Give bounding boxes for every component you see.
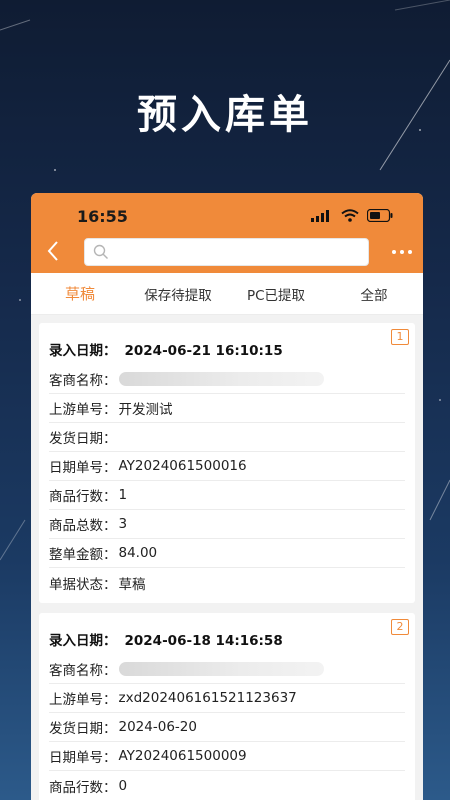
- nav-row: [31, 236, 423, 268]
- search-icon: [93, 244, 108, 259]
- field-label: 整单金额：: [49, 547, 117, 563]
- entry-date-value: 2024-06-21 16:10:15: [124, 343, 283, 359]
- order-card[interactable]: 2 录入日期： 2024-06-18 14:16:58 客商名称： 上游单号： z…: [39, 613, 415, 800]
- wifi-icon: [341, 209, 359, 222]
- field-customer: 客商名称：: [49, 655, 405, 684]
- field-total-qty: 商品总数： 3: [49, 510, 405, 539]
- tab-pc-extracted[interactable]: PC已提取: [227, 284, 325, 304]
- entry-date-row: 录入日期： 2024-06-18 14:16:58: [49, 623, 405, 655]
- field-label: 发货日期：: [49, 721, 117, 737]
- field-value: zxd20240616152112363​7: [118, 690, 297, 706]
- field-label: 上游单号：: [49, 692, 117, 708]
- field-line-count: 商品行数： 1: [49, 481, 405, 510]
- field-date-no: 日期单号： AY2024061500009: [49, 742, 405, 771]
- field-ship-date: 发货日期：: [49, 423, 405, 452]
- hero-title: 预入库单: [137, 92, 313, 138]
- field-label: 商品行数：: [49, 779, 117, 796]
- entry-date-value: 2024-06-18 14:16:58: [124, 633, 283, 649]
- tab-all[interactable]: 全部: [325, 284, 423, 304]
- field-label: 客商名称：: [49, 373, 117, 389]
- battery-icon: [367, 209, 393, 222]
- field-value: AY2024061500009: [118, 748, 247, 764]
- entry-date-label: 录入日期：: [49, 633, 117, 649]
- field-value: 0: [118, 777, 128, 794]
- field-label: 单据状态：: [49, 576, 117, 593]
- app-header: 16:55: [31, 193, 423, 273]
- field-customer: 客商名称：: [49, 365, 405, 394]
- redacted-value: [118, 662, 324, 676]
- status-icons: [311, 209, 393, 222]
- card-index-badge: 2: [391, 619, 409, 635]
- back-button[interactable]: [41, 236, 65, 266]
- status-bar: 16:55: [31, 207, 423, 227]
- field-ship-date: 发货日期： 2024-06-20: [49, 713, 405, 742]
- status-time: 16:55: [77, 207, 128, 226]
- field-amount: 整单金额： 84.00: [49, 539, 405, 568]
- order-card[interactable]: 1 录入日期： 2024-06-21 16:10:15 客商名称： 上游单号： 开…: [39, 323, 415, 603]
- field-label: 商品总数：: [49, 518, 117, 534]
- phone-screen: 16:55 草稿 保存待提取 PC已提取 全部 1 录入日期： 2024-06-…: [31, 193, 423, 800]
- field-value: 2024-06-20: [118, 719, 197, 735]
- field-label: 客商名称：: [49, 663, 117, 679]
- field-value: 84.00: [118, 545, 158, 561]
- field-date-no: 日期单号： AY2024061500016: [49, 452, 405, 481]
- order-list: 1 录入日期： 2024-06-21 16:10:15 客商名称： 上游单号： 开…: [31, 315, 423, 800]
- field-value: 1: [118, 487, 128, 503]
- tab-draft[interactable]: 草稿: [31, 283, 129, 304]
- field-label: 上游单号：: [49, 402, 117, 418]
- card-index-badge: 1: [391, 329, 409, 345]
- field-upstream-no: 上游单号： 开发测试: [49, 394, 405, 423]
- chevron-left-icon: [47, 241, 58, 261]
- entry-date-row: 录入日期： 2024-06-21 16:10:15: [49, 333, 405, 365]
- cellular-signal-icon: [311, 209, 329, 222]
- status-tabs: 草稿 保存待提取 PC已提取 全部: [31, 273, 423, 315]
- field-label: 日期单号：: [49, 460, 117, 476]
- field-line-count: 商品行数： 0: [49, 771, 405, 800]
- field-label: 商品行数：: [49, 489, 117, 505]
- field-status: 单据状态： 草稿: [49, 568, 405, 597]
- redacted-value: [118, 372, 324, 386]
- field-value: AY2024061500016: [118, 458, 247, 474]
- entry-date-label: 录入日期：: [49, 343, 117, 359]
- ellipsis-icon: [392, 250, 412, 254]
- search-input[interactable]: [84, 238, 369, 266]
- field-value: 开发测试: [118, 402, 173, 418]
- tab-saved-pending[interactable]: 保存待提取: [129, 284, 227, 304]
- field-value: 草稿: [118, 576, 146, 593]
- field-label: 日期单号：: [49, 750, 117, 766]
- field-value: 3: [118, 516, 128, 532]
- more-button[interactable]: [391, 240, 413, 260]
- field-upstream-no: 上游单号： zxd20240616152112363​7: [49, 684, 405, 713]
- field-label: 发货日期：: [49, 431, 117, 447]
